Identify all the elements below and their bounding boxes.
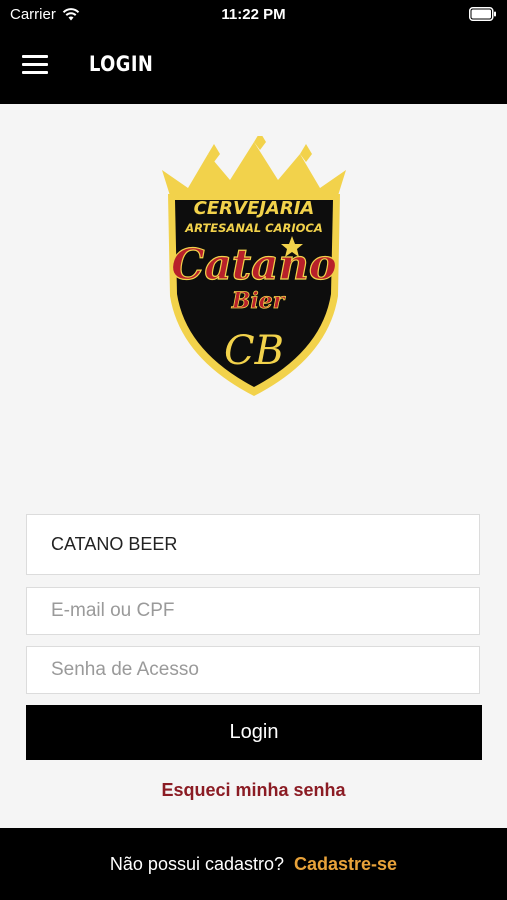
forgot-password-link[interactable]: Esqueci minha senha	[0, 780, 507, 801]
password-field[interactable]	[26, 646, 480, 694]
logo-monogram: CB	[224, 328, 284, 374]
status-bar: Carrier 11:22 PM	[0, 0, 507, 30]
menu-icon[interactable]	[22, 55, 48, 77]
store-value: CATANO BEER	[51, 534, 178, 554]
logo-line2: ARTESANAL CARIOCA	[184, 221, 323, 235]
signup-question: Não possui cadastro?	[109, 853, 285, 874]
logo-brand: Catano	[171, 240, 337, 289]
nav-bar: LOGIN	[0, 30, 507, 104]
logo-brand2: Bier	[231, 288, 286, 314]
store-field[interactable]: CATANO BEER	[26, 514, 480, 575]
status-time: 11:22 PM	[221, 6, 286, 23]
footer: Não possui cadastro? Cadastre-se	[0, 828, 507, 900]
email-input[interactable]	[51, 600, 479, 622]
signup-link[interactable]: Cadastre-se	[294, 854, 397, 875]
page-title: LOGIN	[89, 52, 154, 76]
email-field[interactable]	[26, 587, 480, 635]
catano-bier-logo: CERVEJARIA ARTESANAL CARIOCA Catano Bier…	[162, 136, 346, 396]
battery-icon	[469, 7, 496, 21]
login-button[interactable]: Login	[26, 705, 482, 760]
password-input[interactable]	[51, 659, 479, 681]
logo-line1: CERVEJARIA	[194, 198, 315, 219]
